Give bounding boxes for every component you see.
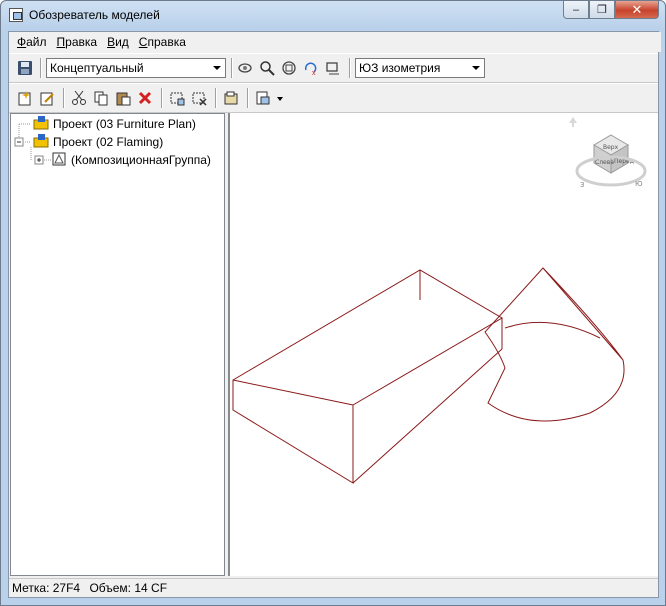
title-bar: Обозреватель моделей – ❐ ✕ [1,1,665,31]
tree-item-composite-group[interactable]: (КомпозиционнаяГруппа) [51,151,211,169]
viewcube-icon: Верх Слева Перед З Ю [569,117,647,189]
menu-file[interactable]: Файл [12,32,52,52]
orbit-icon[interactable] [235,58,255,78]
tree-item-label: Проект (02 Flaming) [53,135,164,149]
toolbar-separator [349,58,351,78]
paste-icon[interactable] [113,88,133,108]
toolbar-separator [161,88,163,108]
delete-icon[interactable] [135,88,155,108]
svg-text:x: x [312,70,316,76]
copy-icon[interactable] [91,88,111,108]
model-viewport[interactable]: Верх Слева Перед З Ю [228,113,658,576]
caption-buttons: – ❐ ✕ [563,1,659,21]
tree-item-furniture-plan[interactable]: Проект (03 Furniture Plan) [33,115,196,133]
tree-item-flaming[interactable]: Проект (02 Flaming) [33,133,163,151]
view-value: ЮЗ изометрия [359,61,441,75]
toolbar-separator [247,88,249,108]
toolbar-separator [215,88,217,108]
toolbar-separator [63,88,65,108]
svg-text:Верх: Верх [603,144,619,151]
menu-view[interactable]: Вид [102,32,134,52]
toolbar-separator [40,58,42,78]
close-button[interactable]: ✕ [615,1,659,19]
chevron-down-icon [472,66,480,70]
export-dropdown[interactable] [253,88,287,108]
project-icon [33,133,49,152]
model-tree[interactable]: Проект (03 Furniture Plan) Проект (02 Fl… [10,113,225,576]
visual-style-value: Концептуальный [50,61,144,75]
menu-help[interactable]: Справка [134,32,191,52]
menu-bar: Файл Правка Вид Справка [9,32,661,52]
tree-item-label: (КомпозиционнаяГруппа) [71,153,211,167]
restore-button[interactable]: ❐ [589,1,615,19]
status-bar: Метка: 27F4 Объем: 14 CF [9,578,658,597]
new-model-icon[interactable] [15,88,35,108]
wireframe-canvas: Верх Слева Перед З Ю [232,117,647,484]
cut-icon[interactable] [69,88,89,108]
box-wireframe [232,269,503,484]
menu-edit[interactable]: Правка [52,32,103,52]
zoom-icon[interactable] [257,58,277,78]
save-icon[interactable] [15,58,35,78]
svg-text:Слева: Слева [595,159,614,166]
camera-view-icon[interactable] [323,58,343,78]
view-toolbar: Концептуальный x ЮЗ изометрия [9,53,658,83]
client-area: Файл Правка Вид Справка Концептуальный x… [8,31,661,598]
project-icon [33,115,49,134]
visual-style-select[interactable]: Концептуальный [46,58,226,78]
status-volume: Объем: 14 CF [89,581,168,595]
status-label: Метка: 27F4 [12,581,81,595]
minimize-button[interactable]: – [563,1,589,19]
zoom-extents-icon[interactable] [279,58,299,78]
deselect-icon[interactable] [189,88,209,108]
group-icon [51,151,67,170]
app-window: Обозреватель моделей – ❐ ✕ Файл Правка В… [0,0,666,606]
svg-text:З: З [580,181,585,189]
app-icon [9,8,23,22]
edit-model-icon[interactable] [37,88,57,108]
view-select[interactable]: ЮЗ изометрия [355,58,485,78]
window-title: Обозреватель моделей [29,8,160,22]
properties-icon[interactable] [221,88,241,108]
svg-text:Ю: Ю [635,180,643,188]
cone-wireframe [484,267,625,422]
edit-toolbar [9,83,658,113]
select-icon[interactable] [167,88,187,108]
rotate-x-icon[interactable]: x [301,58,321,78]
chevron-down-icon [213,66,221,70]
toolbar-separator [231,58,233,78]
tree-item-label: Проект (03 Furniture Plan) [53,117,196,131]
